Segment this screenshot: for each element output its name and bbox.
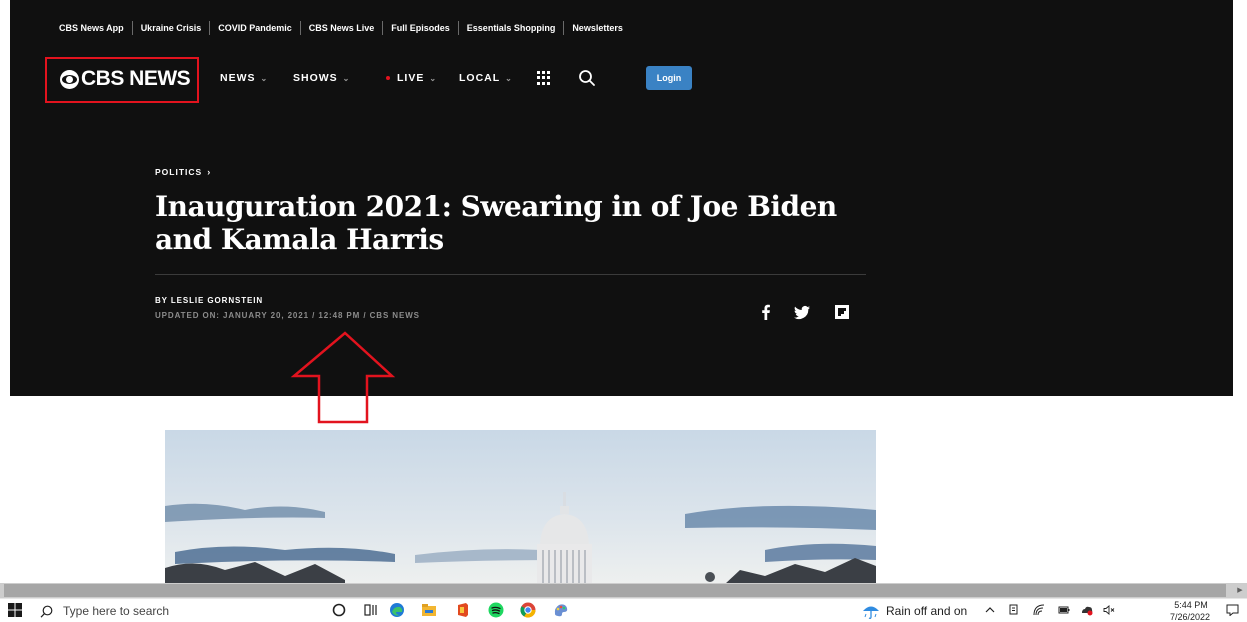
- speaker-muted-icon[interactable]: [1103, 604, 1115, 616]
- facebook-icon[interactable]: [758, 304, 774, 320]
- wifi-icon[interactable]: [1033, 604, 1045, 616]
- chevron-down-icon: ⌄: [505, 73, 513, 83]
- trending-link-ukraine-crisis[interactable]: Ukraine Crisis: [141, 23, 202, 33]
- section-label: POLITICS: [155, 167, 203, 177]
- trending-link-covid-pandemic[interactable]: COVID Pandemic: [218, 23, 292, 33]
- taskbar-clock-time[interactable]: 5:44 PM: [1170, 600, 1212, 610]
- section-link-politics[interactable]: POLITICS ›: [155, 167, 211, 177]
- header-divider: [155, 274, 866, 275]
- nav-local-label: LOCAL: [459, 72, 501, 84]
- trending-link-newsletters[interactable]: Newsletters: [572, 23, 623, 33]
- notification-center-icon[interactable]: [1226, 604, 1239, 616]
- cortana-icon[interactable]: [331, 602, 347, 618]
- chevron-down-icon: ⌄: [342, 73, 351, 83]
- chevron-right-icon: ›: [207, 167, 212, 177]
- nav-live-label: LIVE: [397, 72, 425, 84]
- chevron-down-icon: ⌄: [429, 73, 438, 83]
- chevron-up-icon[interactable]: [984, 604, 996, 616]
- twitter-icon[interactable]: [794, 304, 810, 320]
- cbs-eye-icon: [60, 69, 79, 89]
- rain-umbrella-icon: [863, 606, 879, 619]
- article-byline: BY LESLIE GORNSTEIN: [155, 296, 264, 305]
- trending-link-full-episodes[interactable]: Full Episodes: [391, 23, 450, 33]
- nav-shows[interactable]: SHOWS ⌄: [293, 71, 350, 85]
- trending-bar: CBS News App Ukraine Crisis COVID Pandem…: [59, 20, 623, 36]
- article-headline: Inauguration 2021: Swearing in of Joe Bi…: [155, 190, 837, 256]
- trending-link-cbs-news-live[interactable]: CBS News Live: [309, 23, 375, 33]
- horizontal-scrollbar-thumb[interactable]: [4, 584, 1226, 597]
- meet-now-icon[interactable]: [1008, 604, 1020, 616]
- trending-divider: [131, 21, 133, 35]
- windows-start-icon[interactable]: [8, 603, 22, 617]
- trending-link-essentials-shopping[interactable]: Essentials Shopping: [467, 23, 556, 33]
- apps-grid-icon[interactable]: [537, 71, 551, 85]
- edge-icon[interactable]: [389, 602, 405, 618]
- hero-image-capitol: [165, 430, 876, 584]
- live-dot-icon: [386, 76, 390, 80]
- nav-shows-label: SHOWS: [293, 72, 338, 84]
- trending-divider: [457, 21, 459, 35]
- trending-divider: [299, 21, 301, 35]
- spotify-icon[interactable]: [488, 602, 504, 618]
- taskbar-search-box[interactable]: Type here to search: [40, 604, 169, 618]
- page-right-margin: [1233, 0, 1247, 396]
- office-icon[interactable]: [455, 602, 471, 618]
- weather-label: Rain off and on: [886, 604, 968, 618]
- paint-icon[interactable]: [553, 602, 569, 618]
- nav-news[interactable]: NEWS ⌄: [220, 71, 268, 85]
- file-explorer-icon[interactable]: [421, 602, 437, 618]
- task-view-icon[interactable]: [363, 602, 379, 618]
- taskbar-weather[interactable]: Rain off and on: [862, 603, 967, 619]
- scroll-right-icon[interactable]: ▶: [1234, 585, 1246, 596]
- cbs-news-logo[interactable]: CBS NEWS: [60, 66, 191, 92]
- trending-divider: [563, 21, 565, 35]
- logo-text: CBS NEWS: [81, 67, 191, 90]
- browser-page: CBS News App Ukraine Crisis COVID Pandem…: [0, 0, 1247, 622]
- search-icon: [40, 605, 53, 618]
- chevron-down-icon: ⌄: [260, 73, 269, 83]
- flipboard-icon[interactable]: [834, 304, 850, 320]
- taskbar-clock-date[interactable]: 7/26/2022: [1165, 612, 1215, 622]
- taskbar-search-placeholder: Type here to search: [63, 604, 170, 618]
- trending-link-cbs-news-app[interactable]: CBS News App: [59, 23, 124, 33]
- search-icon[interactable]: [578, 69, 596, 87]
- battery-icon[interactable]: [1058, 604, 1070, 616]
- trending-divider: [209, 21, 211, 35]
- annotation-arrow-icon: [290, 331, 396, 424]
- login-button[interactable]: Login: [646, 66, 692, 90]
- chrome-icon[interactable]: [520, 602, 536, 618]
- nav-live[interactable]: LIVE ⌄: [386, 71, 437, 85]
- trending-divider: [382, 21, 384, 35]
- article-dateline: UPDATED ON: JANUARY 20, 2021 / 12:48 PM …: [155, 311, 420, 320]
- nav-news-label: NEWS: [220, 72, 256, 84]
- onedrive-icon[interactable]: [1081, 604, 1093, 616]
- nav-local[interactable]: LOCAL ⌄: [459, 71, 513, 85]
- vertical-scrollbar-thumb[interactable]: [1237, 15, 1240, 49]
